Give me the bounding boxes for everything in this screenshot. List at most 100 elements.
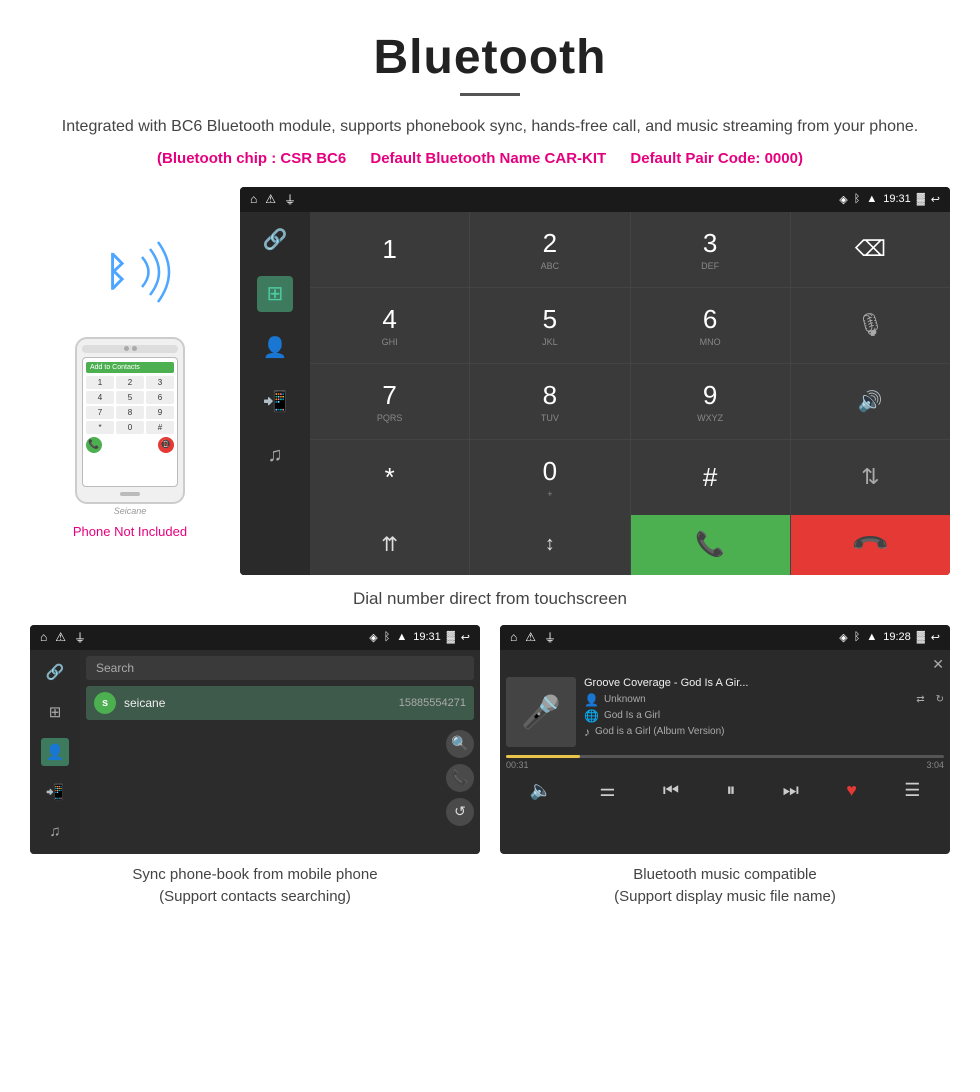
heart-btn[interactable]: ♥ xyxy=(846,780,857,801)
volume-control-btn[interactable]: 🔈 xyxy=(530,780,552,801)
dial-action-call[interactable]: 📞 xyxy=(631,515,790,575)
music-back-icon: ↩ xyxy=(931,631,940,644)
dial-key-star[interactable]: * xyxy=(310,440,469,515)
phonebook-caption: Sync phone-book from mobile phone (Suppo… xyxy=(30,864,480,909)
dial-key-9[interactable]: 9 WXYZ xyxy=(631,364,790,439)
prev-btn[interactable]: ⏮ xyxy=(663,780,679,801)
music-home-icon: ⌂ xyxy=(510,630,517,644)
artist-icon: 👤 xyxy=(584,693,599,707)
dial-sidebar: 🔗 ⊞ 👤 📲 ♫ xyxy=(240,212,310,575)
pb-contact-row: s seicane 15885554271 xyxy=(86,686,474,720)
music-album-row: 🌐 God Is a Girl xyxy=(584,709,944,723)
status-bar-right: ◈ ᛒ ▲ 19:31 ▓ ↩ xyxy=(839,193,940,206)
music-caption: Bluetooth music compatible (Support disp… xyxy=(500,864,950,909)
music-controls: 🔈 ⚌ ⏮ ⏸ ⏭ ♥ ☰ xyxy=(506,776,944,805)
phone-speaker xyxy=(124,346,129,351)
dial-key-mute[interactable]: 🎙 xyxy=(791,288,950,363)
pb-home-icon: ⌂ xyxy=(40,630,47,644)
music-section: ⌂ ⚠ ⏚ ◈ ᛒ ▲ 19:28 ▓ ↩ ✕ xyxy=(500,625,950,909)
dial-body: 🔗 ⊞ 👤 📲 ♫ 1 2 ABC 3 xyxy=(240,212,950,575)
dial-action-row: ⇈ ↕ 📞 📞 xyxy=(310,515,950,575)
music-frame: ⌂ ⚠ ⏚ ◈ ᛒ ▲ 19:28 ▓ ↩ ✕ xyxy=(500,625,950,854)
dial-action-merge[interactable]: ⇈ xyxy=(310,515,469,575)
pb-main: Search s seicane 15885554271 🔍 📞 ↺ xyxy=(80,650,480,854)
music-artist: Unknown xyxy=(604,694,646,705)
pb-music-icon[interactable]: ♫ xyxy=(41,818,69,846)
pb-status-right: ◈ ᛒ ▲ 19:31 ▓ ↩ xyxy=(369,631,470,644)
battery-icon: ▓ xyxy=(917,193,925,205)
signal-arc-2 xyxy=(150,249,159,295)
dial-action-end[interactable]: 📞 xyxy=(791,515,950,575)
bluetooth-specs: (Bluetooth chip : CSR BC6 Default Blueto… xyxy=(40,150,940,167)
music-usb-icon: ⏚ xyxy=(544,629,556,646)
play-pause-btn[interactable]: ⏸ xyxy=(726,780,735,801)
phone-key-1: 1 xyxy=(86,376,114,389)
music-main-content: 🎤 Groove Coverage - God Is A Gir... 👤 Un… xyxy=(506,677,944,747)
dial-key-swap[interactable]: ⇅ xyxy=(791,440,950,515)
bluetooth-icon-area: ᛒ xyxy=(80,237,180,317)
pb-link-icon[interactable]: 🔗 xyxy=(41,658,69,686)
total-time: 3:04 xyxy=(926,760,944,770)
home-icon: ⌂ xyxy=(250,192,257,206)
equalizer-btn[interactable]: ⚌ xyxy=(599,780,615,801)
dial-key-4[interactable]: 4 GHI xyxy=(310,288,469,363)
sidebar-dialpad-icon[interactable]: ⊞ xyxy=(257,276,293,312)
pb-contact-avatar: s xyxy=(94,692,116,714)
music-close-btn[interactable]: ✕ xyxy=(932,656,944,673)
globe-icon: 🌐 xyxy=(584,709,599,723)
dial-key-3[interactable]: 3 DEF xyxy=(631,212,790,287)
dial-key-5[interactable]: 5 JKL xyxy=(470,288,629,363)
dial-key-6[interactable]: 6 MNO xyxy=(631,288,790,363)
progress-times: 00:31 3:04 xyxy=(506,760,944,770)
next-btn[interactable]: ⏭ xyxy=(783,780,799,801)
phone-mockup: Add to Contacts 1 2 3 4 5 6 7 8 9 * 0 # … xyxy=(75,337,185,504)
phonebook-frame: ⌂ ⚠ ⏚ ◈ ᛒ ▲ 19:31 ▓ ↩ 🔗 ⊞ 👤 xyxy=(30,625,480,854)
phone-call-btn: 📞 xyxy=(86,437,102,453)
spec-code: Default Pair Code: 0000) xyxy=(630,150,803,167)
music-album: God Is a Girl xyxy=(604,710,660,721)
pb-call-btn[interactable]: 📞 xyxy=(446,764,474,792)
dial-key-backspace[interactable]: ⌫ xyxy=(791,212,950,287)
phone-not-included: Phone Not Included xyxy=(73,524,187,539)
pb-search-btn[interactable]: 🔍 xyxy=(446,730,474,758)
pb-dialpad-icon[interactable]: ⊞ xyxy=(41,698,69,726)
pb-back-icon: ↩ xyxy=(461,631,470,644)
dial-action-hold[interactable]: ↕ xyxy=(470,515,629,575)
phone-end-btn: 📵 xyxy=(158,437,174,453)
dial-key-7[interactable]: 7 PQRS xyxy=(310,364,469,439)
phone-key-2: 2 xyxy=(116,376,144,389)
phone-home-btn xyxy=(120,492,140,496)
pb-warning-icon: ⚠ xyxy=(55,630,66,644)
phone-key-9: 9 xyxy=(146,406,174,419)
sidebar-callforward-icon[interactable]: 📲 xyxy=(257,384,293,420)
dial-key-volume[interactable]: 🔊 xyxy=(791,364,950,439)
music-info: Groove Coverage - God Is A Gir... 👤 Unkn… xyxy=(584,677,944,747)
pb-search-field[interactable]: Search xyxy=(86,656,474,680)
dial-screenshot: ⌂ ⚠ ⏚ ◈ ᛒ ▲ 19:31 ▓ ↩ 🔗 ⊞ 👤 📲 ♫ xyxy=(240,187,950,575)
bluetooth-status-icon: ᛒ xyxy=(854,193,861,205)
main-section: ᛒ Add to Contacts 1 2 3 4 5 xyxy=(0,187,980,575)
music-status-left: ⌂ ⚠ ⏚ xyxy=(510,629,556,646)
dial-key-1[interactable]: 1 xyxy=(310,212,469,287)
pb-clock: 19:31 xyxy=(413,631,441,643)
dial-key-hash[interactable]: # xyxy=(631,440,790,515)
pb-contact-icon[interactable]: 👤 xyxy=(41,738,69,766)
status-bar-left: ⌂ ⚠ ⏚ xyxy=(250,191,296,208)
music-clock: 19:28 xyxy=(883,631,911,643)
bluetooth-signal-svg: ᛒ xyxy=(80,237,180,307)
bottom-screenshots: ⌂ ⚠ ⏚ ◈ ᛒ ▲ 19:31 ▓ ↩ 🔗 ⊞ 👤 xyxy=(0,625,980,909)
phone-key-6: 6 xyxy=(146,391,174,404)
pb-callforward-icon[interactable]: 📲 xyxy=(41,778,69,806)
pb-status-left: ⌂ ⚠ ⏚ xyxy=(40,629,86,646)
dial-key-2[interactable]: 2 ABC xyxy=(470,212,629,287)
dial-key-0[interactable]: 0 + xyxy=(470,440,629,515)
playlist-btn[interactable]: ☰ xyxy=(904,780,920,801)
sidebar-link-icon[interactable]: 🔗 xyxy=(257,222,293,258)
sidebar-contact-icon[interactable]: 👤 xyxy=(257,330,293,366)
spec-chip: (Bluetooth chip : CSR BC6 xyxy=(157,150,346,167)
dial-key-8[interactable]: 8 TUV xyxy=(470,364,629,439)
pb-refresh-btn[interactable]: ↺ xyxy=(446,798,474,826)
phone-side: ᛒ Add to Contacts 1 2 3 4 5 xyxy=(30,187,230,539)
phone-screen-header: Add to Contacts xyxy=(86,362,174,373)
sidebar-music-icon[interactable]: ♫ xyxy=(257,438,293,474)
